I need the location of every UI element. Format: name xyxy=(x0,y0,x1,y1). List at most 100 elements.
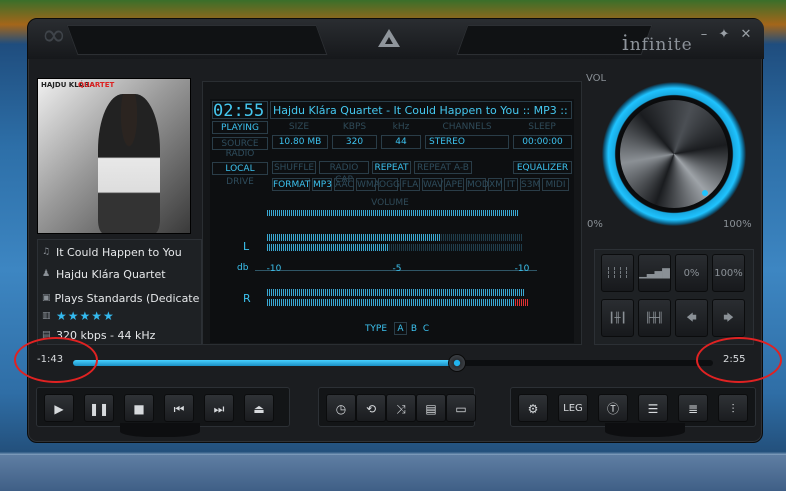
rating-stars[interactable]: ★★★★★ xyxy=(56,309,115,323)
waveform-button[interactable]: ┃╫┃ xyxy=(601,299,634,337)
volume-meter[interactable] xyxy=(267,210,519,216)
channels-value: STEREO xyxy=(425,135,509,149)
drive-button[interactable]: DRIVE xyxy=(212,176,268,188)
next-button[interactable]: ⏭ xyxy=(204,394,234,422)
text-icon: Ⓣ xyxy=(606,402,619,416)
status-playing: PLAYING xyxy=(212,121,268,134)
vol-label: VOL xyxy=(586,73,607,84)
visualizer-button[interactable]: ▭ xyxy=(446,394,476,422)
spectrum-icon: ▁▃▅▇ xyxy=(639,268,670,279)
time-display[interactable]: 02:55 xyxy=(212,101,268,120)
format-ogg[interactable]: OGG xyxy=(378,178,400,191)
sleep-timer[interactable]: 00:00:00 xyxy=(513,135,572,149)
stop-icon: ■ xyxy=(133,402,145,416)
annotation-circle-total xyxy=(696,337,782,383)
pin-button[interactable]: ✦ xyxy=(716,27,732,43)
title-panel-left xyxy=(66,25,328,55)
format-s3m[interactable]: S3M xyxy=(520,178,540,191)
radio-cap-button[interactable]: RADIO CAP xyxy=(319,161,369,185)
scale-minus: -10 xyxy=(266,264,282,274)
local-button[interactable]: LOCAL xyxy=(212,162,268,175)
eject-button[interactable]: ⏏ xyxy=(244,394,274,422)
radio-button[interactable]: RADIO xyxy=(212,148,268,160)
scale-mid: -5 xyxy=(392,264,402,274)
play-icon: ▶ xyxy=(54,402,64,416)
shuffle-button[interactable]: SHUFFLE xyxy=(272,161,316,174)
track-info-panel: ♫ It Could Happen to You ♟ Hajdu Klára Qua… xyxy=(37,239,202,345)
type-c-button[interactable]: C xyxy=(420,324,432,334)
format-ape[interactable]: APE xyxy=(444,178,464,191)
channels-label: CHANNELS xyxy=(442,122,492,132)
format-xm[interactable]: XM xyxy=(488,178,503,191)
balance-button[interactable]: ╟╫╢ xyxy=(638,299,671,337)
type-label: TYPE xyxy=(364,324,388,334)
repeat-button[interactable]: REPEAT xyxy=(372,161,411,174)
vol-max-label: 100% xyxy=(723,219,752,230)
control-bar: ▶ ❚❚ ■ ⏮ ⏭ ⏏ ◷ ⟲ ⤨ ▤ ▭ ⚙ LEG Ⓣ ☰ ≣ ⫶ xyxy=(36,387,756,427)
shuffle-toggle-button[interactable]: ⤨ xyxy=(386,394,416,422)
scale-plus: -10 xyxy=(514,264,530,274)
library-button[interactable]: ☰ xyxy=(638,394,668,422)
title-bar[interactable]: ∞ infinite – ✦ ✕ xyxy=(28,19,764,59)
eq-bars-button[interactable]: ┆┆┆┆ xyxy=(601,254,634,292)
taskbar xyxy=(0,455,786,491)
format-fla[interactable]: FLA xyxy=(400,178,420,191)
format-mp3[interactable]: MP3 xyxy=(312,178,332,191)
eject-icon: ⏏ xyxy=(253,402,265,416)
stop-button[interactable]: ■ xyxy=(124,394,154,422)
format-wav[interactable]: WAV xyxy=(422,178,443,191)
timer-icon: ◷ xyxy=(335,402,347,416)
marquee-title: Hajdu Klára Quartet - It Could Happen to… xyxy=(270,101,572,119)
seek-bar[interactable] xyxy=(73,354,713,372)
next-icon: ⏭ xyxy=(213,402,225,416)
volume-knob-cap[interactable] xyxy=(618,98,730,210)
zero-percent-button[interactable]: 0% xyxy=(675,254,708,292)
repeat-icon: ⟲ xyxy=(365,402,377,416)
type-a-button[interactable]: A xyxy=(394,322,407,335)
bars-icon: ▥ xyxy=(42,311,51,321)
seek-progress xyxy=(73,360,457,366)
left-meter-top xyxy=(267,234,441,241)
playlist-tools-group: ◷ ⟲ ⤨ ▤ ▭ xyxy=(318,387,476,427)
type-b-button[interactable]: B xyxy=(408,324,420,334)
seek-thumb[interactable] xyxy=(448,354,466,372)
size-label: SIZE xyxy=(288,122,310,132)
function-button-grid: ┆┆┆┆ ▁▃▅▇ 0% 100% ┃╫┃ ╟╫╢ 🡄 🡆 xyxy=(594,249,754,345)
volume-knob-indicator xyxy=(702,190,708,196)
minimize-button[interactable]: – xyxy=(696,27,712,43)
format-aac[interactable]: AAC xyxy=(334,178,354,191)
hundred-percent-button[interactable]: 100% xyxy=(712,254,745,292)
library-icon: ☰ xyxy=(647,402,659,416)
album-icon: ▣ xyxy=(42,293,51,303)
format-wma[interactable]: WMA xyxy=(356,178,380,191)
repeat-toggle-button[interactable]: ⟲ xyxy=(356,394,386,422)
equalizer-sliders-button[interactable]: ⫶ xyxy=(718,394,748,422)
pause-button[interactable]: ❚❚ xyxy=(84,394,114,422)
pause-icon: ❚❚ xyxy=(88,402,110,416)
right-meter-top xyxy=(267,289,525,296)
gear-icon: ⚙ xyxy=(527,402,539,416)
vol-min-label: 0% xyxy=(587,219,603,230)
format-midi[interactable]: MIDI xyxy=(542,178,569,191)
timer-button[interactable]: ◷ xyxy=(326,394,356,422)
lyrics-button[interactable]: LEG xyxy=(558,394,588,422)
play-button[interactable]: ▶ xyxy=(44,394,74,422)
track-album: Plays Standards (Dedicate... xyxy=(54,291,200,305)
text-button[interactable]: Ⓣ xyxy=(598,394,628,422)
arrow-right-icon: 🡆 xyxy=(723,313,734,324)
previous-button[interactable]: ⏮ xyxy=(164,394,194,422)
skin-button[interactable]: ⚙ xyxy=(518,394,548,422)
equalizer-button[interactable]: EQUALIZER xyxy=(513,161,572,174)
arrow-left-button[interactable]: 🡄 xyxy=(675,299,708,337)
format-mod[interactable]: MOD xyxy=(466,178,489,191)
radio-toggle-button[interactable]: ▤ xyxy=(416,394,446,422)
close-button[interactable]: ✕ xyxy=(738,27,754,43)
playlist-button[interactable]: ≣ xyxy=(678,394,708,422)
track-title: It Could Happen to You xyxy=(56,245,182,259)
arrow-right-button[interactable]: 🡆 xyxy=(712,299,745,337)
format-label: FORMAT xyxy=(272,178,311,191)
repeat-ab-button[interactable]: REPEAT A-B xyxy=(414,161,472,174)
format-it[interactable]: IT xyxy=(504,178,518,191)
spectrum-button[interactable]: ▁▃▅▇ xyxy=(638,254,671,292)
previous-icon: ⏮ xyxy=(173,402,185,416)
